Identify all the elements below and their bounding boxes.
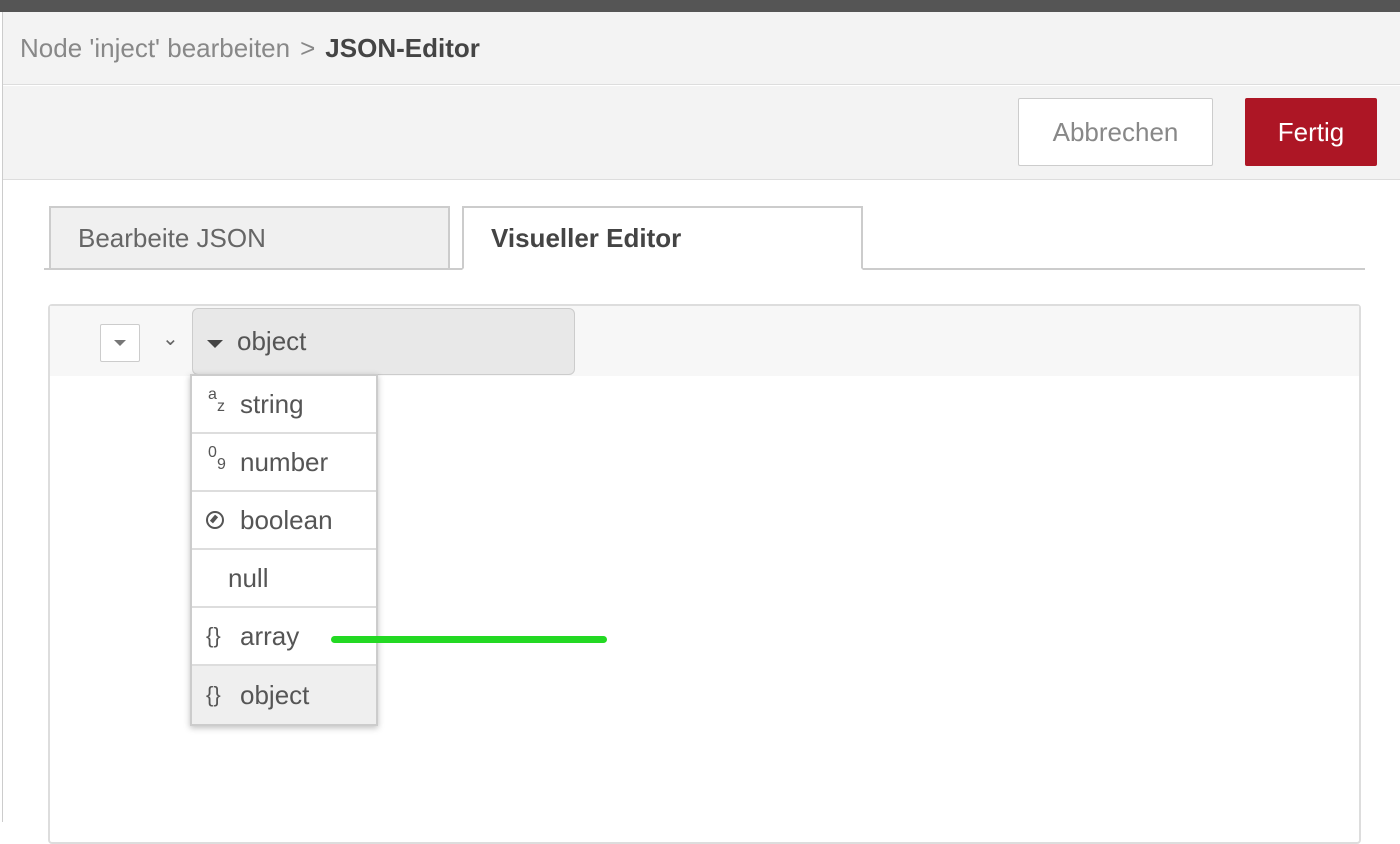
tab-visual-editor[interactable]: Visueller Editor	[462, 206, 863, 270]
type-option-number[interactable]: 09 number	[192, 434, 376, 492]
type-option-label: string	[240, 388, 304, 419]
cancel-button[interactable]: Abbrechen	[1018, 98, 1213, 166]
type-option-label: array	[240, 620, 300, 651]
caret-down-icon	[207, 339, 223, 348]
type-option-label: object	[240, 679, 310, 710]
type-option-string[interactable]: az string	[192, 376, 376, 434]
row-options-dropdown[interactable]	[100, 324, 140, 362]
highlight-marker	[331, 636, 607, 643]
type-option-null[interactable]: null	[192, 550, 376, 608]
type-menu: az string 09 number boolean null {} arra…	[190, 374, 378, 726]
type-option-boolean[interactable]: boolean	[192, 492, 376, 550]
breadcrumb-separator: >	[300, 32, 316, 63]
breadcrumb-parent[interactable]: Node 'inject' bearbeiten	[20, 33, 290, 64]
braces-icon: {}	[206, 623, 221, 648]
braces-icon: {}	[206, 682, 221, 707]
caret-down-icon	[114, 340, 126, 346]
tray-header: Node 'inject' bearbeiten > JSON-Editor	[3, 12, 1400, 85]
editor-tabs: Bearbeite JSON Visueller Editor	[44, 206, 1365, 270]
done-button[interactable]: Fertig	[1245, 98, 1377, 166]
type-option-label: null	[228, 562, 269, 593]
type-select[interactable]: object	[192, 308, 575, 375]
az-icon: az	[208, 386, 225, 415]
boolean-icon	[206, 511, 224, 529]
type-option-object[interactable]: {} object	[192, 666, 376, 724]
tab-edit-json[interactable]: Bearbeite JSON	[49, 206, 450, 270]
chevron-down-icon[interactable]: ⌄	[162, 326, 179, 351]
breadcrumb-current: JSON-Editor	[325, 32, 480, 63]
09-icon: 09	[208, 444, 226, 473]
type-select-value: object	[237, 326, 307, 356]
top-bar	[0, 0, 1400, 12]
type-option-label: number	[240, 446, 329, 477]
type-option-label: boolean	[240, 504, 333, 535]
root-row: ⌄ object	[50, 306, 1359, 376]
tray-toolbar: Abbrechen Fertig	[3, 86, 1400, 180]
